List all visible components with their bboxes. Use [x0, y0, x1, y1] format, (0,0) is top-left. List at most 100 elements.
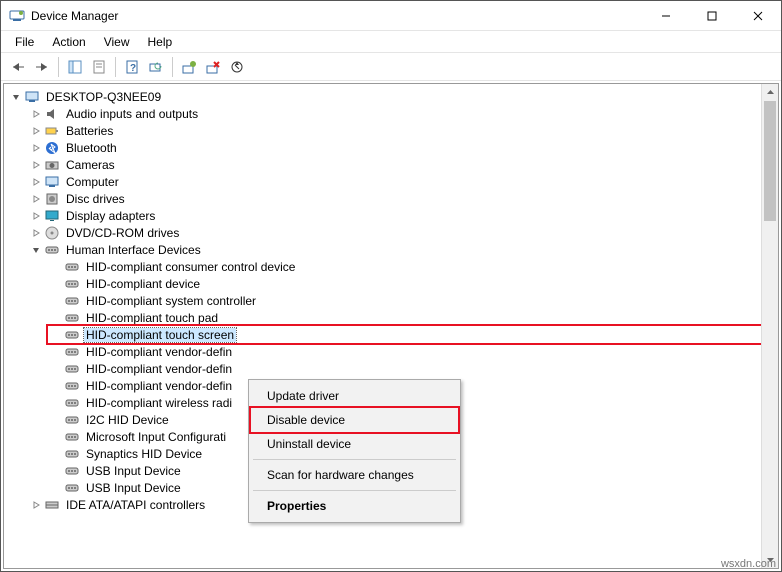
- computer-icon: [24, 89, 40, 105]
- toolbar-sep: [115, 57, 116, 77]
- hid-icon: [64, 361, 80, 377]
- hid-icon: [64, 395, 80, 411]
- tree-category-label: Human Interface Devices: [64, 243, 203, 257]
- chevron-right-icon[interactable]: [30, 108, 42, 120]
- tree-device[interactable]: HID-compliant vendor-defin: [48, 343, 761, 360]
- titlebar: Device Manager: [1, 1, 781, 31]
- app-icon: [9, 8, 25, 24]
- menu-file[interactable]: File: [7, 33, 42, 51]
- chevron-right-icon[interactable]: [30, 176, 42, 188]
- help-button[interactable]: ?: [121, 56, 143, 78]
- hid-icon: [64, 327, 80, 343]
- toolbar-sep: [172, 57, 173, 77]
- menu-help[interactable]: Help: [140, 33, 181, 51]
- back-button[interactable]: [7, 56, 29, 78]
- maximize-button[interactable]: [689, 1, 735, 31]
- dvd-icon: [44, 225, 60, 241]
- update-driver-button[interactable]: [178, 56, 200, 78]
- forward-button[interactable]: [31, 56, 53, 78]
- tree-device-label: HID-compliant vendor-defin: [84, 345, 234, 359]
- tree-category-label: Bluetooth: [64, 141, 119, 155]
- audio-icon: [44, 106, 60, 122]
- tree-device-label: I2C HID Device: [84, 413, 171, 427]
- tree-device-label: HID-compliant touch pad: [84, 311, 220, 325]
- chevron-down-icon[interactable]: [10, 91, 22, 103]
- content-area: DESKTOP-Q3NEE09 Audio inputs and outputs…: [3, 83, 779, 569]
- tree-category[interactable]: Human Interface Devices: [28, 241, 761, 258]
- tree-device-label: HID-compliant vendor-defin: [84, 362, 234, 376]
- toolbar-sep: [58, 57, 59, 77]
- tree-category-label: Display adapters: [64, 209, 157, 223]
- hid-icon: [64, 412, 80, 428]
- context-scan-hardware[interactable]: Scan for hardware changes: [251, 463, 458, 487]
- hid-icon: [64, 310, 80, 326]
- tree-category[interactable]: Display adapters: [28, 207, 761, 224]
- vertical-scrollbar[interactable]: [761, 84, 778, 568]
- tree-category-label: Audio inputs and outputs: [64, 107, 200, 121]
- scroll-up-icon[interactable]: [762, 84, 778, 101]
- context-disable-device[interactable]: Disable device: [251, 408, 458, 432]
- tree-category[interactable]: DVD/CD-ROM drives: [28, 224, 761, 241]
- tree-category-label: DVD/CD-ROM drives: [64, 226, 181, 240]
- tree-root-node[interactable]: DESKTOP-Q3NEE09: [8, 88, 761, 105]
- context-properties[interactable]: Properties: [251, 494, 458, 518]
- window: Device Manager File Action View Help ?: [0, 0, 782, 572]
- menu-view[interactable]: View: [96, 33, 138, 51]
- hid-icon: [64, 463, 80, 479]
- tree-device[interactable]: HID-compliant touch screen: [48, 326, 761, 343]
- tree-device[interactable]: HID-compliant consumer control device: [48, 258, 761, 275]
- ide-icon: [44, 497, 60, 513]
- tree-device-label: HID-compliant wireless radi: [84, 396, 234, 410]
- tree-device-label: HID-compliant touch screen: [84, 328, 236, 342]
- context-update-driver[interactable]: Update driver: [251, 384, 458, 408]
- tree-category[interactable]: Audio inputs and outputs: [28, 105, 761, 122]
- tree-device-label: Microsoft Input Configurati: [84, 430, 228, 444]
- hid-icon: [64, 276, 80, 292]
- tree-category[interactable]: Bluetooth: [28, 139, 761, 156]
- chevron-right-icon[interactable]: [30, 227, 42, 239]
- toolbar: ?: [1, 53, 781, 81]
- context-uninstall-device[interactable]: Uninstall device: [251, 432, 458, 456]
- tree-device[interactable]: HID-compliant touch pad: [48, 309, 761, 326]
- camera-icon: [44, 157, 60, 173]
- scan-button[interactable]: [145, 56, 167, 78]
- chevron-right-icon[interactable]: [30, 499, 42, 511]
- close-button[interactable]: [735, 1, 781, 31]
- tree-category[interactable]: Cameras: [28, 156, 761, 173]
- tree-device-label: Synaptics HID Device: [84, 447, 204, 461]
- scroll-thumb[interactable]: [764, 101, 776, 221]
- menubar: File Action View Help: [1, 31, 781, 53]
- tree-category-label: Batteries: [64, 124, 115, 138]
- chevron-right-icon[interactable]: [30, 142, 42, 154]
- tree-device[interactable]: HID-compliant device: [48, 275, 761, 292]
- disable-button[interactable]: [226, 56, 248, 78]
- hid-icon: [64, 293, 80, 309]
- uninstall-button[interactable]: [202, 56, 224, 78]
- computer-icon: [44, 174, 60, 190]
- chevron-right-icon[interactable]: [30, 193, 42, 205]
- hid-icon: [64, 429, 80, 445]
- menu-action[interactable]: Action: [44, 33, 93, 51]
- bluetooth-icon: [44, 140, 60, 156]
- properties-button[interactable]: [88, 56, 110, 78]
- tree-category-label: Computer: [64, 175, 121, 189]
- chevron-right-icon[interactable]: [30, 210, 42, 222]
- tree-device-label: HID-compliant vendor-defin: [84, 379, 234, 393]
- tree-category[interactable]: Batteries: [28, 122, 761, 139]
- tree-device-label: HID-compliant system controller: [84, 294, 258, 308]
- tree-device[interactable]: HID-compliant vendor-defin: [48, 360, 761, 377]
- tree-category[interactable]: Computer: [28, 173, 761, 190]
- svg-text:?: ?: [130, 63, 136, 74]
- battery-icon: [44, 123, 60, 139]
- hid-icon: [64, 446, 80, 462]
- show-hide-button[interactable]: [64, 56, 86, 78]
- tree-device-label: USB Input Device: [84, 481, 183, 495]
- minimize-button[interactable]: [643, 1, 689, 31]
- hid-icon: [64, 259, 80, 275]
- chevron-right-icon[interactable]: [30, 159, 42, 171]
- chevron-right-icon[interactable]: [30, 125, 42, 137]
- tree-device[interactable]: HID-compliant system controller: [48, 292, 761, 309]
- tree-device-label: HID-compliant device: [84, 277, 202, 291]
- tree-category[interactable]: Disc drives: [28, 190, 761, 207]
- chevron-down-icon[interactable]: [30, 244, 42, 256]
